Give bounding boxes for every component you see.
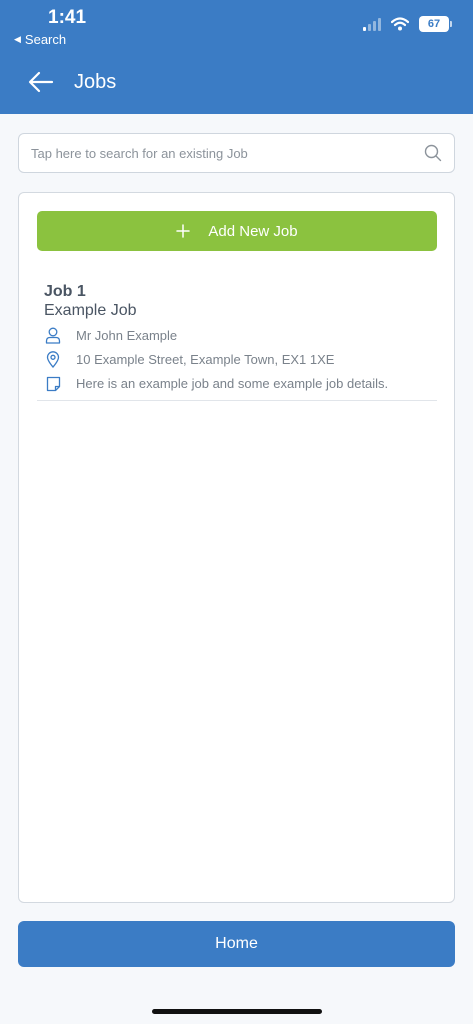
job-name: Example Job <box>44 302 137 319</box>
job-contact-row: Mr John Example <box>37 327 437 344</box>
arrow-left-icon <box>28 71 54 93</box>
cellular-signal-icon <box>363 17 381 31</box>
note-icon <box>45 375 61 392</box>
person-icon <box>45 327 61 344</box>
back-triangle-icon: ◀ <box>14 34 21 44</box>
back-to-app-label: Search <box>24 32 67 47</box>
wifi-icon <box>391 17 409 31</box>
status-icons: 67 <box>363 16 452 32</box>
plus-icon <box>176 224 191 238</box>
nav-bar: Jobs <box>0 62 473 102</box>
job-list-item[interactable]: Job 1 Example Job Mr John Example 10 Exa… <box>37 283 437 401</box>
add-new-job-button[interactable]: Add New Job <box>37 211 437 251</box>
back-to-app-link[interactable]: ◀ Search <box>14 32 66 47</box>
job-number: Job 1 <box>44 283 86 300</box>
add-new-job-label: Add New Job <box>208 222 298 240</box>
home-button[interactable]: Home <box>18 921 455 967</box>
home-indicator <box>152 1009 322 1014</box>
status-time: 1:41 <box>48 7 87 28</box>
battery-level: 67 <box>427 18 441 30</box>
job-address-row: 10 Example Street, Example Town, EX1 1XE <box>37 351 437 368</box>
search-bar <box>18 133 455 173</box>
job-address: 10 Example Street, Example Town, EX1 1XE <box>76 352 335 367</box>
battery-icon: 67 <box>419 16 452 32</box>
location-pin-icon <box>45 351 61 368</box>
job-contact: Mr John Example <box>76 328 178 343</box>
search-input[interactable] <box>31 145 424 161</box>
top-bar: 1:41 ◀ Search 67 Jobs <box>0 0 473 114</box>
job-details-row: Here is an example job and some example … <box>37 375 437 392</box>
back-button[interactable] <box>26 67 56 97</box>
page-title: Jobs <box>74 70 117 93</box>
search-icon[interactable] <box>424 144 442 162</box>
home-label: Home <box>215 935 258 952</box>
jobs-panel: Add New Job Job 1 Example Job Mr John Ex… <box>18 192 455 903</box>
job-details: Here is an example job and some example … <box>76 376 389 391</box>
